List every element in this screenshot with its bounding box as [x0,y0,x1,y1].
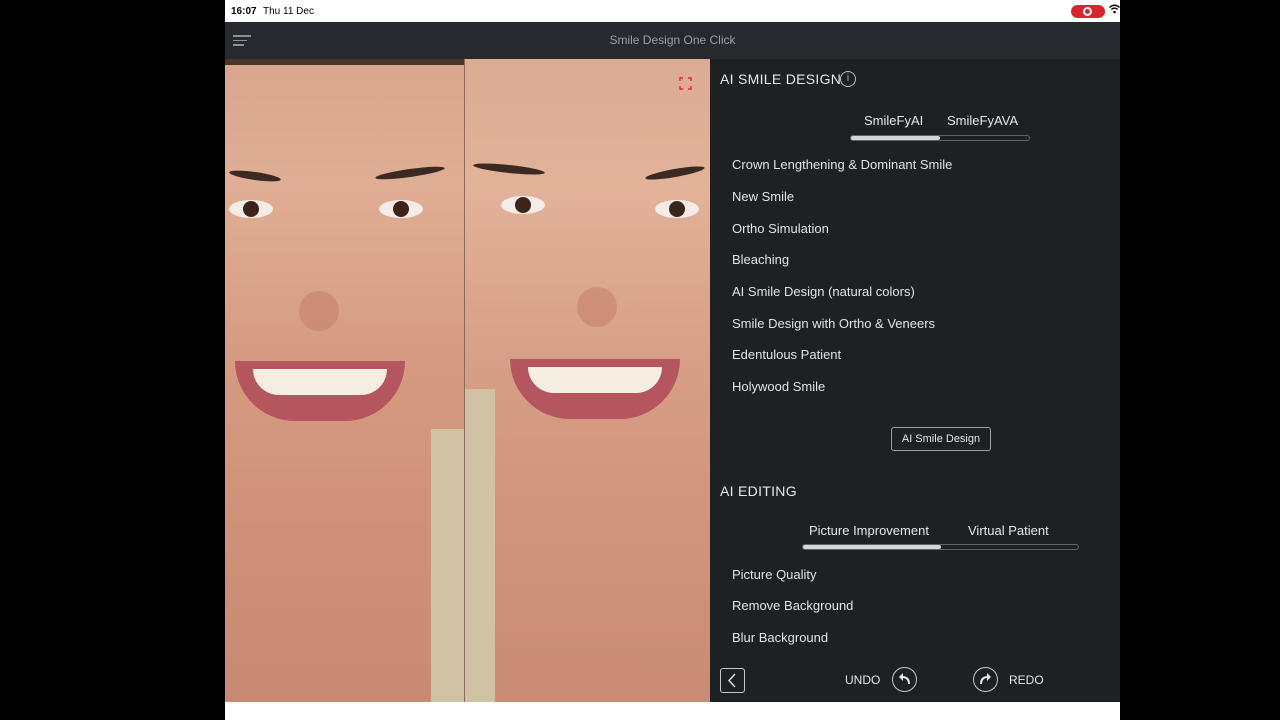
photo-before [225,59,464,702]
app-title: Smile Design One Click [609,33,736,47]
title-bar: Smile Design One Click [225,22,1120,59]
status-bar: 16:07 Thu 11 Dec [225,0,1120,22]
screen-record-icon[interactable] [1071,5,1105,18]
tab-picture-improvement[interactable]: Picture Improvement [809,523,929,538]
ipad-screen: 16:07 Thu 11 Dec Smile Design One Click [225,0,1120,720]
option-ai-smile-natural[interactable]: AI Smile Design (natural colors) [732,284,915,299]
undo-icon [899,673,910,685]
option-remove-background[interactable]: Remove Background [732,598,853,613]
option-edentulous[interactable]: Edentulous Patient [732,347,841,362]
option-crown-lengthening[interactable]: Crown Lengthening & Dominant Smile [732,157,952,172]
tab-smilefyava[interactable]: SmileFyAVA [947,113,1018,128]
tab-virtual-patient[interactable]: Virtual Patient [968,523,1049,538]
editing-tab-indicator [802,544,1079,550]
undo-button[interactable] [892,667,917,692]
option-bleaching[interactable]: Bleaching [732,252,789,267]
photo-after [465,59,710,702]
tooth-info-icon[interactable]: i [840,71,856,87]
redo-button[interactable] [973,667,998,692]
smile-tab-indicator-fill [851,136,940,140]
bottom-bar [225,702,1120,720]
option-new-smile[interactable]: New Smile [732,189,794,204]
editing-tab-indicator-fill [803,545,941,549]
status-date: Thu 11 Dec [263,6,314,17]
option-ortho-veneers[interactable]: Smile Design with Ortho & Veneers [732,316,935,331]
option-blur-background[interactable]: Blur Background [732,630,828,645]
redo-icon [980,673,991,685]
option-picture-quality[interactable]: Picture Quality [732,567,817,582]
status-time: 16:07 [231,6,257,17]
option-ortho-simulation[interactable]: Ortho Simulation [732,221,829,236]
ai-smile-design-title: AI SMILE DESIGN [720,71,842,87]
ai-smile-design-button[interactable]: AI Smile Design [891,427,991,451]
tab-smilefyai[interactable]: SmileFyAI [864,113,923,128]
undo-label: UNDO [845,673,881,687]
chevron-left-icon [728,673,736,688]
ai-editing-title: AI EDITING [720,483,797,499]
smile-tab-indicator [850,135,1030,141]
option-holywood-smile[interactable]: Holywood Smile [732,379,825,394]
tools-panel: AI SMILE DESIGN i SmileFyAI SmileFyAVA C… [710,59,1120,702]
fullscreen-icon[interactable] [679,77,692,90]
photo-comparison[interactable] [225,59,710,702]
back-button[interactable] [720,668,745,693]
wifi-icon [1109,4,1120,17]
redo-label: REDO [1009,673,1044,687]
